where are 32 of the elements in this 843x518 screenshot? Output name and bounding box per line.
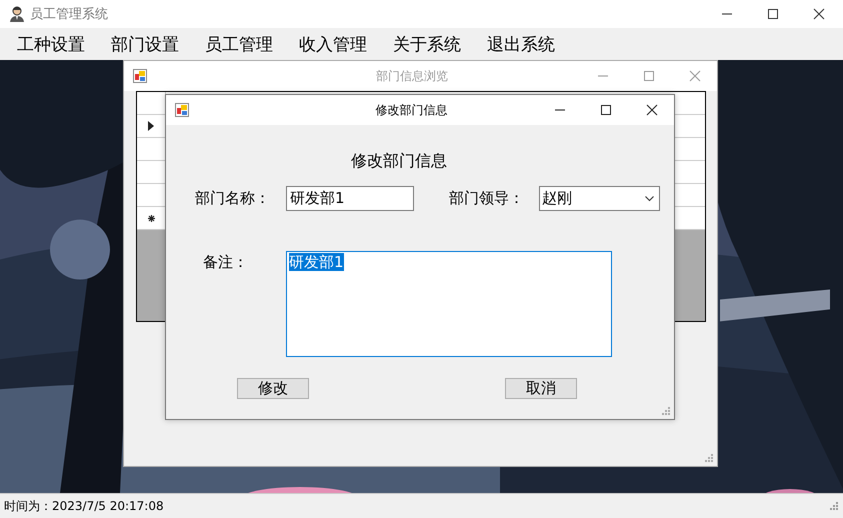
resize-grip-icon[interactable] — [704, 453, 714, 463]
person-icon — [8, 5, 26, 23]
menu-item[interactable]: 收入管理 — [290, 30, 376, 58]
leader-dropdown[interactable]: 赵刚 — [539, 186, 660, 211]
maximize-icon[interactable] — [600, 104, 612, 116]
dialog-button[interactable]: 取消 — [505, 378, 577, 399]
form-icon — [133, 69, 147, 83]
menu-item[interactable]: 部门设置 — [102, 30, 188, 58]
resize-grip-icon[interactable] — [829, 501, 839, 511]
window-title: 员工管理系统 — [30, 6, 108, 23]
resize-grip-icon[interactable] — [661, 406, 671, 416]
field-label: 部门领导： — [449, 189, 525, 208]
name-field[interactable]: 研发部1 — [286, 186, 414, 211]
close-icon[interactable] — [646, 104, 658, 116]
status-text: 时间为：2023/7/5 20:17:08 — [4, 498, 164, 514]
dialog-button[interactable]: 修改 — [237, 378, 309, 399]
menu-item[interactable]: 关于系统 — [384, 30, 470, 58]
window-title: 修改部门信息 — [374, 102, 448, 118]
notes-field[interactable]: 研发部1 — [286, 251, 612, 357]
current-row-icon — [148, 121, 154, 131]
maximize-icon[interactable] — [767, 8, 779, 20]
field-label: 备注： — [203, 252, 249, 273]
close-icon[interactable] — [813, 8, 825, 20]
field-label: 部门名称： — [195, 189, 271, 208]
menu-item[interactable]: 工种设置 — [8, 30, 94, 58]
menu-item[interactable]: 退出系统 — [478, 30, 564, 58]
new-row-icon — [148, 214, 154, 222]
menu-item[interactable]: 员工管理 — [196, 30, 282, 58]
form-heading: 修改部门信息 — [351, 151, 448, 171]
window-title: 部门信息浏览 — [375, 68, 449, 84]
chevron-down-icon — [645, 196, 654, 202]
form-icon — [175, 103, 189, 117]
